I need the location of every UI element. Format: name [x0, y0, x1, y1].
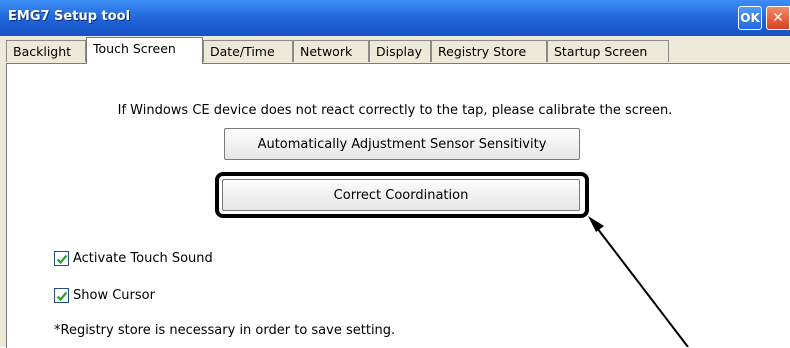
tab-touch-screen[interactable]: Touch Screen — [86, 37, 203, 64]
setup-window: EMG7 Setup tool OK ✕ Backlight Touch Scr… — [0, 0, 790, 348]
